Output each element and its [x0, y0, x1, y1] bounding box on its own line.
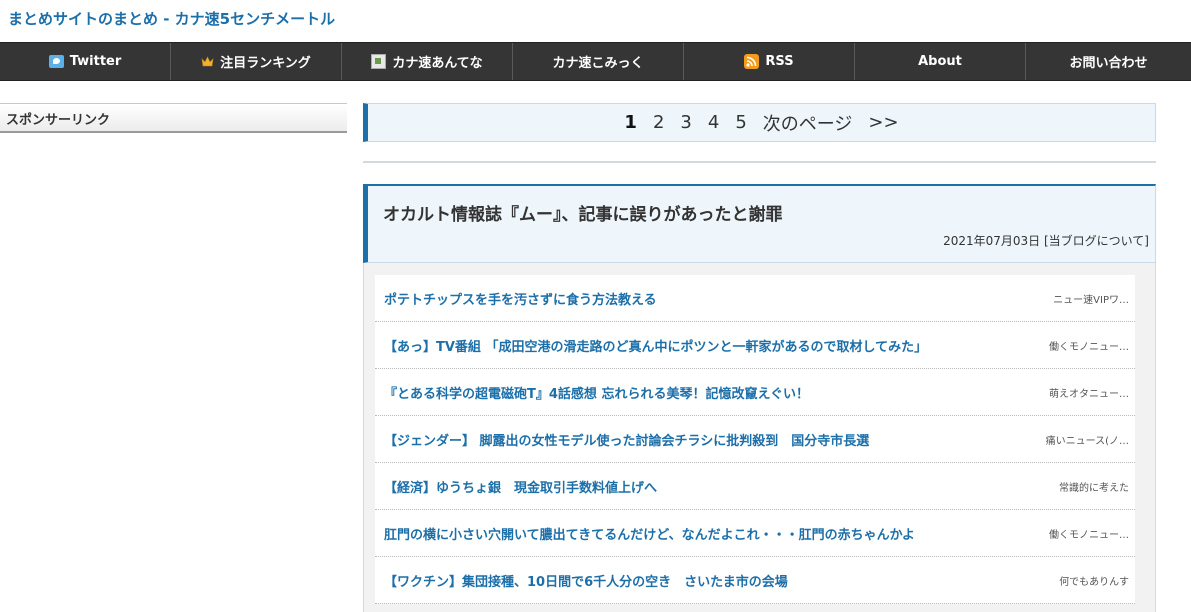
nav-item-label: Twitter — [69, 54, 122, 69]
twitter-icon — [48, 55, 64, 68]
article-header: オカルト情報誌『ムー』、記事に誤りがあったと謝罪 2021年07月03日 [当ブ… — [363, 184, 1156, 263]
nav-item-label: RSS — [765, 54, 794, 69]
next-page-link[interactable]: 次のページ — [755, 110, 861, 136]
nav-item-rss[interactable]: RSS — [684, 43, 855, 80]
link-source: 萌えオタニュー… — [1049, 388, 1129, 400]
article-category[interactable]: [当ブログについて] — [1044, 234, 1149, 248]
list-item[interactable]: 『とある科学の超電磁砲T』4話感想 忘れられる美琴！記憶改竄えぐい！ 萌えオタニ… — [375, 369, 1135, 416]
crown-icon — [201, 56, 214, 67]
nav-item-ranking[interactable]: 注目ランキング — [171, 43, 342, 80]
link-title[interactable]: 【ジェンダー】 脚露出の女性モデル使った討論会チラシに批判殺到 国分寺市長選 — [384, 430, 869, 449]
main-navbar: Twitter 注目ランキング カナ速あんてな カナ速こみっく RSS Abou… — [0, 42, 1191, 81]
link-source: 働くモノニュー… — [1049, 341, 1129, 353]
list-item[interactable]: 【経済】ゆうちょ銀 現金取引手数料値上げへ 常識的に考えた — [375, 463, 1135, 510]
article-date: 2021年07月03日 — [943, 234, 1041, 248]
link-title[interactable]: 『とある科学の超電磁砲T』4話感想 忘れられる美琴！記憶改竄えぐい！ — [384, 383, 809, 402]
article-meta: 2021年07月03日 [当ブログについて] — [943, 232, 1149, 249]
nav-item-antenna[interactable]: カナ速あんてな — [342, 43, 513, 80]
page-link-3[interactable]: 3 — [672, 112, 699, 133]
page-link-2[interactable]: 2 — [645, 112, 672, 133]
related-links-list: ポテトチップスを手を汚さずに食う方法教える ニュー速VIPワ… 【あっ】TV番組… — [375, 275, 1135, 604]
nav-item-twitter[interactable]: Twitter — [0, 43, 171, 80]
nav-item-label: カナ速あんてな — [392, 56, 483, 71]
link-source: 働くモノニュー… — [1049, 529, 1129, 541]
article-title[interactable]: オカルト情報誌『ムー』、記事に誤りがあったと謝罪 — [383, 200, 783, 225]
list-item[interactable]: 【ジェンダー】 脚露出の女性モデル使った討論会チラシに批判殺到 国分寺市長選 痛… — [375, 416, 1135, 463]
link-title[interactable]: 肛門の横に小さい穴開いて膿出てきてるんだけど、なんだよこれ・・・肛門の赤ちゃんか… — [384, 524, 915, 543]
content-divider — [363, 161, 1156, 163]
related-links-panel: ポテトチップスを手を汚さずに食う方法教える ニュー速VIPワ… 【あっ】TV番組… — [363, 263, 1156, 612]
link-source: 常識的に考えた — [1059, 482, 1129, 494]
list-item[interactable]: ポテトチップスを手を汚さずに食う方法教える ニュー速VIPワ… — [375, 275, 1135, 322]
rss-icon — [744, 54, 760, 69]
link-title[interactable]: 【経済】ゆうちょ銀 現金取引手数料値上げへ — [384, 477, 657, 496]
pagination: 1 2 3 4 5 次のページ >> — [363, 103, 1156, 142]
link-source: ニュー速VIPワ… — [1053, 294, 1129, 306]
nav-item-contact[interactable]: お問い合わせ — [1026, 43, 1191, 80]
link-title[interactable]: ポテトチップスを手を汚さずに食う方法教える — [384, 289, 657, 308]
link-source: 痛いニュース(ノ… — [1045, 435, 1129, 447]
site-title-link[interactable]: まとめサイトのまとめ - カナ速5センチメートル — [8, 8, 335, 29]
nav-item-label: カナ速こみっく — [552, 56, 644, 71]
nav-item-label: 注目ランキング — [220, 56, 311, 71]
page-link-4[interactable]: 4 — [700, 112, 727, 133]
link-source: 何でもありんす — [1059, 576, 1129, 588]
page-link-1[interactable]: 1 — [616, 112, 645, 133]
nav-item-label: About — [918, 54, 962, 69]
page-link-5[interactable]: 5 — [727, 112, 754, 133]
list-item[interactable]: 【ワクチン】集団接種、10日間で6千人分の空き さいたま市の会場 何でもありんす — [375, 557, 1135, 604]
nav-item-label: お問い合わせ — [1069, 56, 1148, 71]
list-item[interactable]: 【あっ】TV番組 「成田空港の滑走路のど真ん中にポツンと一軒家があるので取材して… — [375, 322, 1135, 369]
broken-image-icon — [371, 54, 387, 69]
list-item[interactable]: 肛門の横に小さい穴開いて膿出てきてるんだけど、なんだよこれ・・・肛門の赤ちゃんか… — [375, 510, 1135, 557]
sidebar-sponsor-heading: スポンサーリンク — [0, 103, 347, 133]
link-title[interactable]: 【あっ】TV番組 「成田空港の滑走路のど真ん中にポツンと一軒家があるので取材して… — [384, 336, 927, 355]
nav-item-about[interactable]: About — [855, 43, 1026, 80]
nav-item-comic[interactable]: カナ速こみっく — [513, 43, 684, 80]
last-page-link[interactable]: >> — [860, 112, 906, 133]
link-title[interactable]: 【ワクチン】集団接種、10日間で6千人分の空き さいたま市の会場 — [384, 571, 788, 590]
